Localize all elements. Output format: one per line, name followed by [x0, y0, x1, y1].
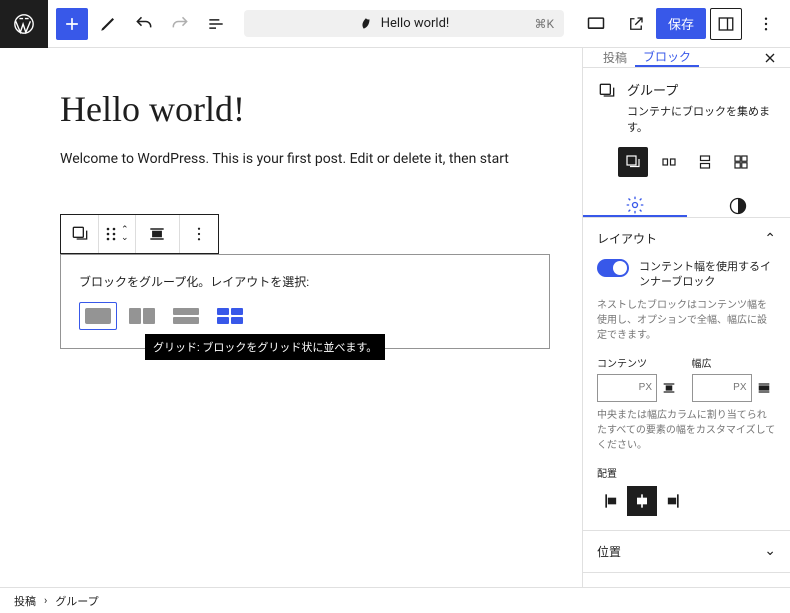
block-card-description: コンテナにブロックを集めます。	[627, 103, 776, 135]
wide-width-icon[interactable]	[756, 380, 772, 396]
sidebar-toggle-button[interactable]	[710, 8, 742, 40]
document-title-button[interactable]: Hello world! ⌘K	[244, 10, 564, 37]
block-card: グループ コンテナにブロックを集めます。	[583, 68, 790, 195]
group-variation-grid[interactable]	[211, 302, 249, 330]
justify-left-button[interactable]	[597, 486, 627, 516]
settings-tab[interactable]	[583, 195, 687, 217]
position-panel-title: 位置	[597, 543, 621, 560]
post-title[interactable]: Hello world!	[60, 88, 540, 130]
breadcrumb-separator: ›	[44, 594, 47, 607]
block-card-title: グループ	[627, 80, 776, 99]
group-icon	[597, 80, 617, 102]
layout-panel-title: レイアウト	[597, 230, 657, 247]
document-title-area: Hello world! ⌘K	[232, 10, 576, 37]
toggle-label: コンテント幅を使用するインナーブロック	[639, 259, 776, 290]
post-body-paragraph[interactable]: Welcome to WordPress. This is your first…	[60, 148, 540, 170]
wide-width-input[interactable]	[692, 374, 752, 402]
block-variation-row	[597, 147, 776, 177]
sidebar-tabs: 投稿 ブロック	[583, 48, 790, 68]
content-width-input[interactable]	[597, 374, 657, 402]
variation-grid-button[interactable]	[726, 147, 756, 177]
layout-help-text-2: 中央または幅広カラムに割り当てられたすべての要素の幅をカスタマイズしてください。	[597, 408, 776, 453]
close-sidebar-button[interactable]	[762, 50, 778, 66]
drag-icon	[105, 226, 117, 242]
inner-blocks-content-width-toggle[interactable]	[597, 259, 629, 277]
group-placeholder-label: ブロックをグループ化。レイアウトを選択:	[79, 273, 531, 290]
block-toolbar: ⌃ ⌄	[60, 214, 219, 254]
position-panel: 位置 ⌄	[583, 531, 790, 573]
block-drag-handle[interactable]: ⌃ ⌄	[99, 215, 136, 253]
chevron-up-icon: ⌃	[764, 231, 776, 247]
save-button[interactable]: 保存	[656, 8, 706, 39]
group-variation-stack[interactable]	[167, 302, 205, 330]
justification-buttons	[597, 486, 776, 516]
content-width-icon[interactable]	[661, 380, 677, 396]
group-layout-options	[79, 302, 531, 330]
more-options-button[interactable]	[750, 8, 782, 40]
position-panel-header[interactable]: 位置 ⌄	[583, 531, 790, 572]
undo-button[interactable]	[128, 8, 160, 40]
preview-external-button[interactable]	[620, 8, 652, 40]
content-width-label: コンテンツ	[597, 355, 682, 370]
justify-right-button[interactable]	[657, 486, 687, 516]
wordpress-logo[interactable]	[0, 0, 48, 48]
editor-main: Hello world! Welcome to WordPress. This …	[0, 48, 790, 587]
tools-button[interactable]	[92, 8, 124, 40]
variation-row-button[interactable]	[654, 147, 684, 177]
leaf-icon	[359, 17, 373, 31]
save-button-label: 保存	[668, 18, 694, 33]
tab-post[interactable]: 投稿	[595, 48, 635, 67]
advanced-panel-header[interactable]: 高度な設定 ⌄	[583, 573, 790, 587]
group-variation-group[interactable]	[79, 302, 117, 330]
redo-button[interactable]	[164, 8, 196, 40]
breadcrumb-post[interactable]: 投稿	[14, 593, 36, 609]
editor-top-bar: Hello world! ⌘K 保存	[0, 0, 790, 48]
justification-label: 配置	[597, 465, 776, 480]
block-type-button[interactable]	[61, 215, 99, 253]
styles-tab[interactable]	[687, 195, 790, 217]
add-block-button[interactable]	[56, 8, 88, 40]
command-shortcut: ⌘K	[534, 17, 554, 31]
document-overview-button[interactable]	[200, 8, 232, 40]
layout-panel: レイアウト ⌃ コンテント幅を使用するインナーブロック ネストしたブロックはコン…	[583, 218, 790, 531]
block-breadcrumb: 投稿 › グループ	[0, 587, 790, 613]
wide-width-label: 幅広	[692, 355, 777, 370]
block-more-options-button[interactable]	[180, 215, 218, 253]
styles-icon	[728, 196, 748, 216]
grid-tooltip: グリッド: ブロックをグリッド状に並べます。	[145, 334, 385, 360]
document-title-text: Hello world!	[381, 16, 450, 31]
move-down-button[interactable]: ⌄	[121, 234, 129, 242]
tab-block[interactable]: ブロック	[635, 48, 699, 67]
settings-sidebar: 投稿 ブロック グループ コンテナにブロックを集めます。	[582, 48, 790, 587]
inspector-sub-tabs	[583, 195, 790, 218]
layout-panel-header[interactable]: レイアウト ⌃	[583, 218, 790, 259]
gear-icon	[625, 195, 645, 215]
advanced-panel: 高度な設定 ⌄	[583, 573, 790, 587]
variation-stack-button[interactable]	[690, 147, 720, 177]
align-button[interactable]	[136, 215, 180, 253]
breadcrumb-group[interactable]: グループ	[55, 593, 98, 609]
editor-canvas[interactable]: Hello world! Welcome to WordPress. This …	[0, 48, 582, 587]
variation-group-button[interactable]	[618, 147, 648, 177]
justify-center-button[interactable]	[627, 486, 657, 516]
group-variation-row[interactable]	[123, 302, 161, 330]
chevron-down-icon: ⌄	[764, 543, 776, 559]
view-button[interactable]	[580, 8, 612, 40]
top-right-tools: 保存	[576, 8, 782, 40]
layout-help-text-1: ネストしたブロックはコンテンツ幅を使用し、オプションで全幅、幅広に設定できます。	[597, 298, 776, 343]
